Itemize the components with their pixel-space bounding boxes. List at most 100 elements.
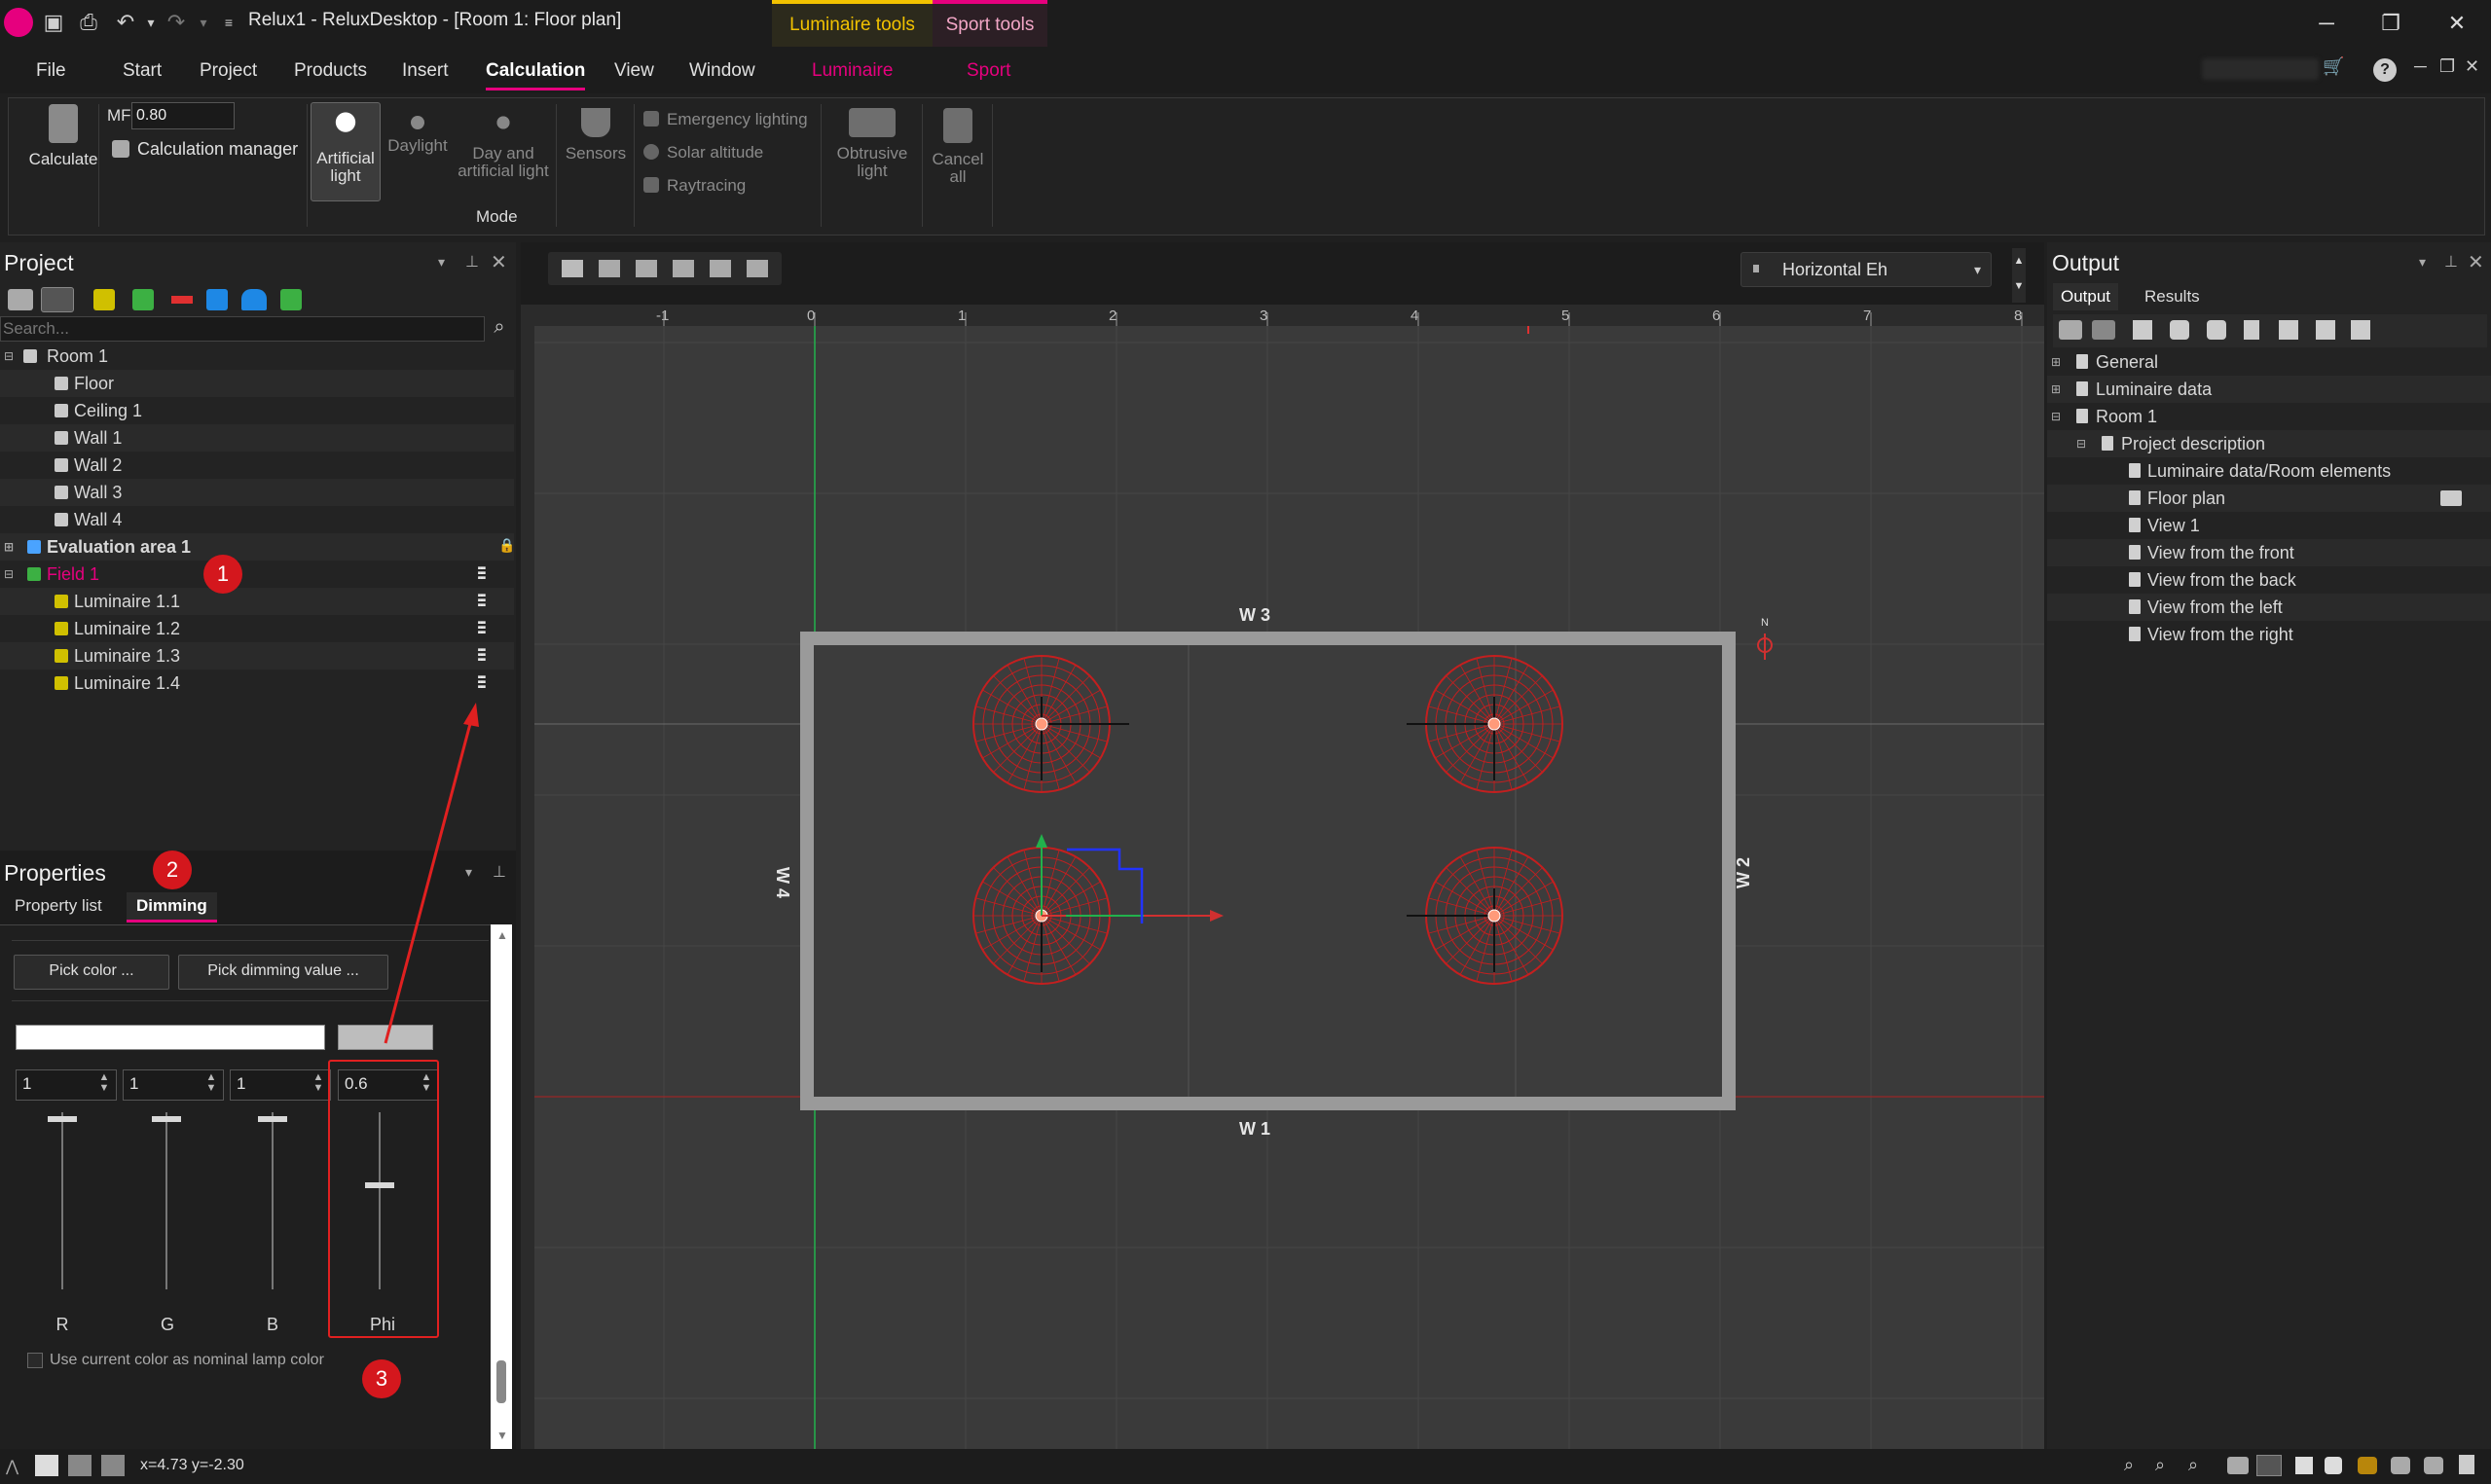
tab-window[interactable]: Window [689,60,755,82]
remove-icon[interactable] [171,296,193,304]
zoom-icon[interactable]: ⌕ [2124,1455,2145,1476]
dimming-icon[interactable]: ⫶⫶⫶ [477,673,498,693]
cart-icon[interactable]: 🛒 [2323,56,2344,78]
redo-dropdown-icon[interactable]: ▾ [191,10,216,35]
tab-dimming[interactable]: Dimming [127,892,217,923]
tree-item-luminaire-1-3[interactable]: Luminaire 1.3 ⫶⫶⫶ [0,642,514,670]
ruler-toggle-icon[interactable] [68,1455,92,1476]
search-icon[interactable]: ⌕ [487,316,512,342]
object-icon[interactable] [206,289,228,310]
collapse-icon[interactable]: ⊟ [4,561,14,588]
layers-icon[interactable] [2092,320,2115,340]
tab-project[interactable]: Project [200,60,257,82]
zoom-out-icon[interactable]: ⌕ [2188,1455,2210,1476]
export-icon[interactable] [2351,320,2370,340]
monitor-icon[interactable] [2440,490,2462,506]
panel-menu-icon[interactable]: ▾ [2419,254,2426,271]
tab-sport[interactable]: Sport [967,60,1010,82]
zoom-in-icon[interactable]: ⌕ [2155,1455,2177,1476]
tab-property-list[interactable]: Property list [15,896,102,916]
tree-item-ceiling[interactable]: Ceiling 1 [0,397,514,424]
viewport-scroll-icon[interactable]: ▲ ▼ [2012,248,2026,303]
pin-icon[interactable]: ⊥ [465,252,479,271]
raytracing-button[interactable]: Raytracing [643,176,746,196]
calculate-button[interactable]: Calculate [17,104,110,168]
snap-icon[interactable]: ⋀ [6,1457,23,1475]
panel-close-icon[interactable]: ✕ [491,250,507,274]
b-slider-thumb[interactable] [258,1116,287,1122]
spinner-arrows-icon[interactable]: ▲ ▼ [201,1072,221,1096]
camera-icon[interactable] [2391,1457,2410,1474]
mdi-restore-icon[interactable]: ❐ [2439,56,2455,77]
undo-dropdown-icon[interactable]: ▾ [138,10,164,35]
expand-icon[interactable]: ⊞ [2051,376,2061,403]
tree-item-wall-4[interactable]: Wall 4 [0,506,514,533]
false-color-view-icon[interactable] [636,260,657,277]
solar-altitude-button[interactable]: Solar altitude [643,143,763,163]
close-button[interactable]: ✕ [2437,8,2476,39]
r-value-input[interactable]: 1 ▲ ▼ [16,1069,117,1101]
output-item-project-description[interactable]: ⊟ Project description [2047,430,2491,457]
tree-item-wall-2[interactable]: Wall 2 [0,452,514,479]
day-and-artificial-light-button[interactable]: Day and artificial light [453,108,554,180]
obtrusive-light-button[interactable]: Obtrusive light [824,108,920,180]
maintenance-factor-input[interactable]: 0.80 [131,102,235,129]
3d-view-icon[interactable] [2170,320,2189,340]
image-toggle-icon[interactable] [101,1455,125,1476]
light-scene-icon[interactable] [2424,1457,2443,1474]
g-value-input[interactable]: 1 ▲ ▼ [123,1069,224,1101]
print-icon[interactable]: ⎙ [76,10,101,35]
surface-view-icon[interactable] [710,260,731,277]
floor-plan-icon[interactable] [2133,320,2152,340]
table-icon[interactable] [2279,320,2298,340]
tab-products[interactable]: Products [294,60,367,82]
luminaire-icon[interactable] [93,289,115,310]
g-slider-track[interactable] [165,1112,167,1289]
scroll-down-icon[interactable]: ▼ [496,1429,508,1442]
b-slider-track[interactable] [272,1112,274,1289]
report-icon[interactable] [2459,1455,2474,1474]
grid-toggle-icon[interactable] [35,1455,58,1476]
tree-item-floor[interactable]: Floor [0,370,514,397]
help-icon[interactable]: ? [2373,58,2397,82]
tree-item-wall-3[interactable]: Wall 3 [0,479,514,506]
grid-view-icon[interactable] [562,260,583,277]
furniture-icon[interactable] [241,289,267,310]
dimming-icon[interactable]: ⫶⫶⫶ [477,564,498,584]
panel-close-icon[interactable]: ✕ [2468,250,2484,274]
floor-plan-icon[interactable] [2295,1457,2313,1474]
user-account[interactable] [2202,58,2319,80]
project-search-input[interactable] [0,316,485,342]
b-value-input[interactable]: 1 ▲ ▼ [230,1069,331,1101]
calculation-manager-button[interactable]: Calculation manager [112,139,298,160]
mdi-minimize-icon[interactable]: ─ [2414,56,2427,77]
sensors-button[interactable]: Sensors [560,108,632,163]
g-slider-thumb[interactable] [152,1116,181,1122]
customize-toolbar-icon[interactable]: ≡ [216,10,241,35]
artificial-light-button[interactable]: Artificial light [311,102,381,201]
daylight-button[interactable]: Daylight [383,108,453,155]
r-slider-track[interactable] [61,1112,63,1289]
expand-icon[interactable]: ⊞ [2051,348,2061,376]
pick-color-button[interactable]: Pick color ... [14,955,169,990]
chart-icon[interactable] [2316,320,2335,340]
output-item-view-front[interactable]: View from the front [2047,539,2491,566]
room-icon[interactable] [2059,320,2082,340]
tab-view[interactable]: View [614,60,654,82]
spinner-arrows-icon[interactable]: ▲ ▼ [309,1072,328,1096]
exit-sign-icon[interactable] [280,289,302,310]
output-item-view-right[interactable]: View from the right [2047,621,2491,648]
pin-icon[interactable]: ⊥ [2444,252,2458,271]
render-view-icon[interactable] [747,260,768,277]
tree-item-evaluation-area[interactable]: ⊞ Evaluation area 1 🔒 [0,533,515,561]
floor-plan-canvas[interactable]: -1 0 1 2 3 4 5 6 7 8 W 3 W 1 W 4 W 2 N [521,305,2044,1449]
r-slider-thumb[interactable] [48,1116,77,1122]
dimming-icon[interactable]: ⫶⫶⫶ [477,619,498,638]
tree-item-room-1[interactable]: ⊟ Room 1 [0,343,514,370]
expand-icon[interactable]: ⊞ [4,533,14,561]
floor-plan-viewport[interactable]: Horizontal Eh ▾ ▲ ▼ -1 0 1 2 3 4 5 6 7 8 W 3 W 1 W… [521,242,2044,1449]
tree-item-field-1[interactable]: ⊟ Field 1 ⫶⫶⫶ [0,561,514,588]
tab-insert[interactable]: Insert [402,60,449,82]
value-chart-view-icon[interactable] [673,260,694,277]
minimize-button[interactable]: ─ [2307,8,2346,39]
